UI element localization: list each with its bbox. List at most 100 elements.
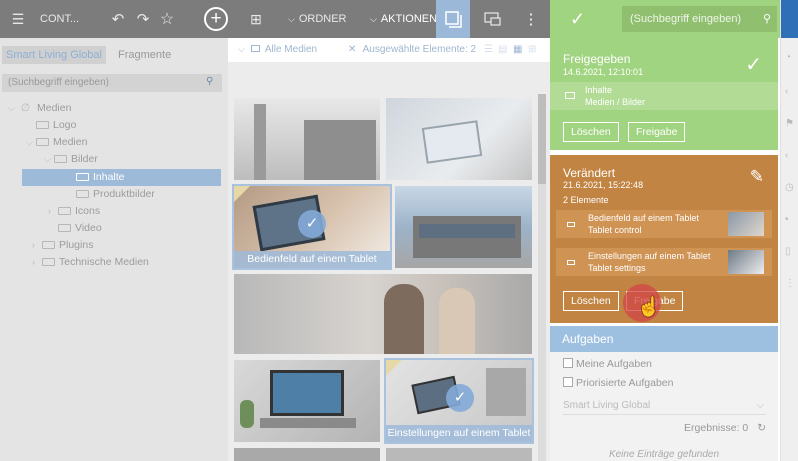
- tree-item-inhalte[interactable]: Inhalte: [22, 169, 221, 186]
- media-thumb-bedienfeld[interactable]: ✓ Bedienfeld auf einem Tablet: [232, 184, 392, 270]
- tree-item-logo[interactable]: Logo: [36, 117, 76, 134]
- item-title: Bedienfeld auf einem Tablet: [588, 213, 699, 223]
- tree-item-medien-root[interactable]: ⌵ ∅ Medien: [8, 100, 71, 117]
- media-thumb-tablet-hand[interactable]: [386, 98, 532, 180]
- item-path: Medien / Bilder: [585, 97, 646, 107]
- tree-item-produktbilder[interactable]: Produktbilder: [76, 186, 155, 203]
- folder-icon: [36, 121, 49, 129]
- freigegeben-item[interactable]: Inhalte Medien / Bilder: [550, 82, 778, 110]
- search-icon[interactable]: ⚲: [763, 12, 771, 25]
- media-filter-dropdown[interactable]: ⌵ Alle Medien: [238, 44, 317, 55]
- more-icon[interactable]: ⋮: [524, 0, 539, 38]
- strip-top-button[interactable]: [781, 0, 798, 38]
- release-button[interactable]: Freigabe: [628, 122, 686, 142]
- side-strip: ◔ ‹ ⚑ ‹ ◷ • ▯ ⋮: [780, 0, 798, 461]
- selected-check-icon[interactable]: ✓: [298, 210, 326, 238]
- tree-tabs: Smart Living Global Fragmente: [0, 38, 228, 70]
- tree-item-plugins[interactable]: › Plugins: [32, 237, 93, 254]
- media-scrollbar[interactable]: [538, 94, 546, 461]
- close-icon[interactable]: ✕: [348, 44, 356, 55]
- checkbox-icon[interactable]: [563, 358, 573, 368]
- item-subtitle: Tablet settings: [588, 263, 646, 273]
- media-thumb-laptop[interactable]: [234, 360, 380, 442]
- site-select-value: Smart Living Global: [563, 400, 651, 411]
- veraendert-card: Verändert 21.6.2021, 15:22:48 2 Elemente…: [550, 155, 778, 323]
- strip-icon[interactable]: ⚑: [785, 118, 794, 129]
- pencil-icon[interactable]: ✎: [750, 167, 764, 187]
- undo-icon[interactable]: ↶: [110, 0, 126, 38]
- chevron-down-icon: ⌵: [288, 13, 295, 24]
- list-view-icon[interactable]: ☰: [484, 44, 493, 55]
- scrollbar-thumb[interactable]: [538, 94, 546, 184]
- delete-button[interactable]: Löschen: [563, 122, 619, 142]
- chevron-right-icon: ›: [48, 206, 51, 216]
- media-thumb-building[interactable]: [395, 186, 532, 268]
- tab-fragmente[interactable]: Fragmente: [114, 46, 175, 64]
- edited-marker-icon: [386, 360, 402, 376]
- tree-item-medien[interactable]: ⌵ Medien: [26, 134, 87, 151]
- add-icon[interactable]: +: [204, 7, 228, 31]
- tree-item-technische-medien[interactable]: › Technische Medien: [32, 254, 149, 271]
- prio-tasks-label: Priorisierte Aufgaben: [576, 377, 674, 389]
- strip-icon[interactable]: ⋮: [785, 278, 795, 289]
- large-grid-icon[interactable]: ⊞: [528, 44, 536, 55]
- copy-view-button[interactable]: [436, 0, 470, 38]
- strip-icon[interactable]: ‹: [785, 150, 788, 161]
- right-search-input[interactable]: (Suchbegriff eingeben) ⚲: [622, 6, 777, 32]
- tree-item-label: Medien: [53, 136, 88, 148]
- strip-icon[interactable]: ◷: [785, 182, 794, 193]
- checkbox-icon[interactable]: [563, 377, 573, 387]
- window-icon[interactable]: [484, 0, 502, 38]
- media-icon: [567, 260, 575, 265]
- tree-search-input[interactable]: (Suchbegriff eingeben) ⚲: [2, 74, 222, 92]
- check-icon[interactable]: ✓: [570, 9, 585, 30]
- ordner-label: ORDNER: [298, 13, 347, 25]
- media-thumb-partial-2[interactable]: [386, 448, 532, 461]
- tree-item-label: Bilder: [71, 153, 98, 165]
- item-subtitle: Tablet control: [588, 225, 642, 235]
- my-tasks-label: Meine Aufgaben: [576, 358, 652, 370]
- item-title: Einstellungen auf einem Tablet: [588, 251, 711, 261]
- changed-item[interactable]: Einstellungen auf einem Tablet Tablet se…: [556, 248, 772, 276]
- delete-button[interactable]: Löschen: [563, 291, 619, 311]
- selected-elements[interactable]: ✕ Ausgewählte Elemente: 2: [348, 44, 476, 55]
- star-icon[interactable]: ☆: [158, 0, 176, 38]
- strip-icon[interactable]: ▯: [785, 246, 791, 257]
- tree-item-video[interactable]: Video: [58, 220, 102, 237]
- strip-icon[interactable]: ◔: [785, 52, 791, 63]
- grid-icon[interactable]: ⊞: [248, 0, 264, 38]
- search-icon[interactable]: ⚲: [206, 76, 216, 87]
- site-select[interactable]: Smart Living Global ⌵: [563, 397, 766, 415]
- refresh-icon[interactable]: ↻: [757, 422, 766, 434]
- top-toolbar: ☰ CONT... ↶ ↷ ☆ + ⊞ ⌵ ORDNER ⌵ AKTIONEN …: [0, 0, 550, 38]
- app-title[interactable]: CONT...: [40, 0, 79, 38]
- media-grid-panel: ⌵ Alle Medien ✕ Ausgewählte Elemente: 2 …: [228, 38, 550, 461]
- grid-view-icon[interactable]: ▦: [513, 44, 522, 55]
- my-tasks-checkbox[interactable]: Meine Aufgaben: [563, 358, 652, 370]
- tree-item-label: Medien: [37, 102, 72, 114]
- tab-smart-living-global[interactable]: Smart Living Global: [2, 46, 106, 64]
- card-date: 21.6.2021, 15:22:48: [563, 180, 644, 190]
- tree-item-label: Plugins: [59, 239, 94, 251]
- media-thumb-einstellungen[interactable]: ✓ Einstellungen auf einem Tablet: [384, 358, 534, 444]
- tree-item-icons[interactable]: › Icons: [48, 203, 100, 220]
- ordner-menu[interactable]: ⌵ ORDNER: [288, 0, 347, 38]
- media-toolbar: ⌵ Alle Medien ✕ Ausgewählte Elemente: 2 …: [228, 38, 550, 62]
- strip-icon[interactable]: •: [785, 214, 789, 225]
- selected-check-icon[interactable]: ✓: [446, 384, 474, 412]
- menu-icon[interactable]: ☰: [10, 0, 26, 38]
- tree-item-bilder[interactable]: ⌵ Bilder: [44, 151, 98, 168]
- changed-item[interactable]: Bedienfeld auf einem Tablet Tablet contr…: [556, 210, 772, 238]
- media-thumb-kitchen[interactable]: [234, 274, 532, 354]
- folder-icon: [54, 155, 67, 163]
- card-title: Freigegeben: [563, 52, 631, 66]
- redo-icon[interactable]: ↷: [135, 0, 151, 38]
- prio-tasks-checkbox[interactable]: Priorisierte Aufgaben: [563, 377, 673, 389]
- aktionen-menu[interactable]: ⌵ AKTIONEN: [370, 0, 437, 38]
- compact-view-icon[interactable]: ▤: [498, 44, 507, 55]
- aufgaben-header[interactable]: Aufgaben: [550, 326, 778, 352]
- edited-marker-icon: [234, 186, 250, 202]
- media-thumb-partial-1[interactable]: [234, 448, 380, 461]
- media-thumb-door[interactable]: [234, 98, 380, 180]
- strip-icon[interactable]: ‹: [785, 86, 788, 97]
